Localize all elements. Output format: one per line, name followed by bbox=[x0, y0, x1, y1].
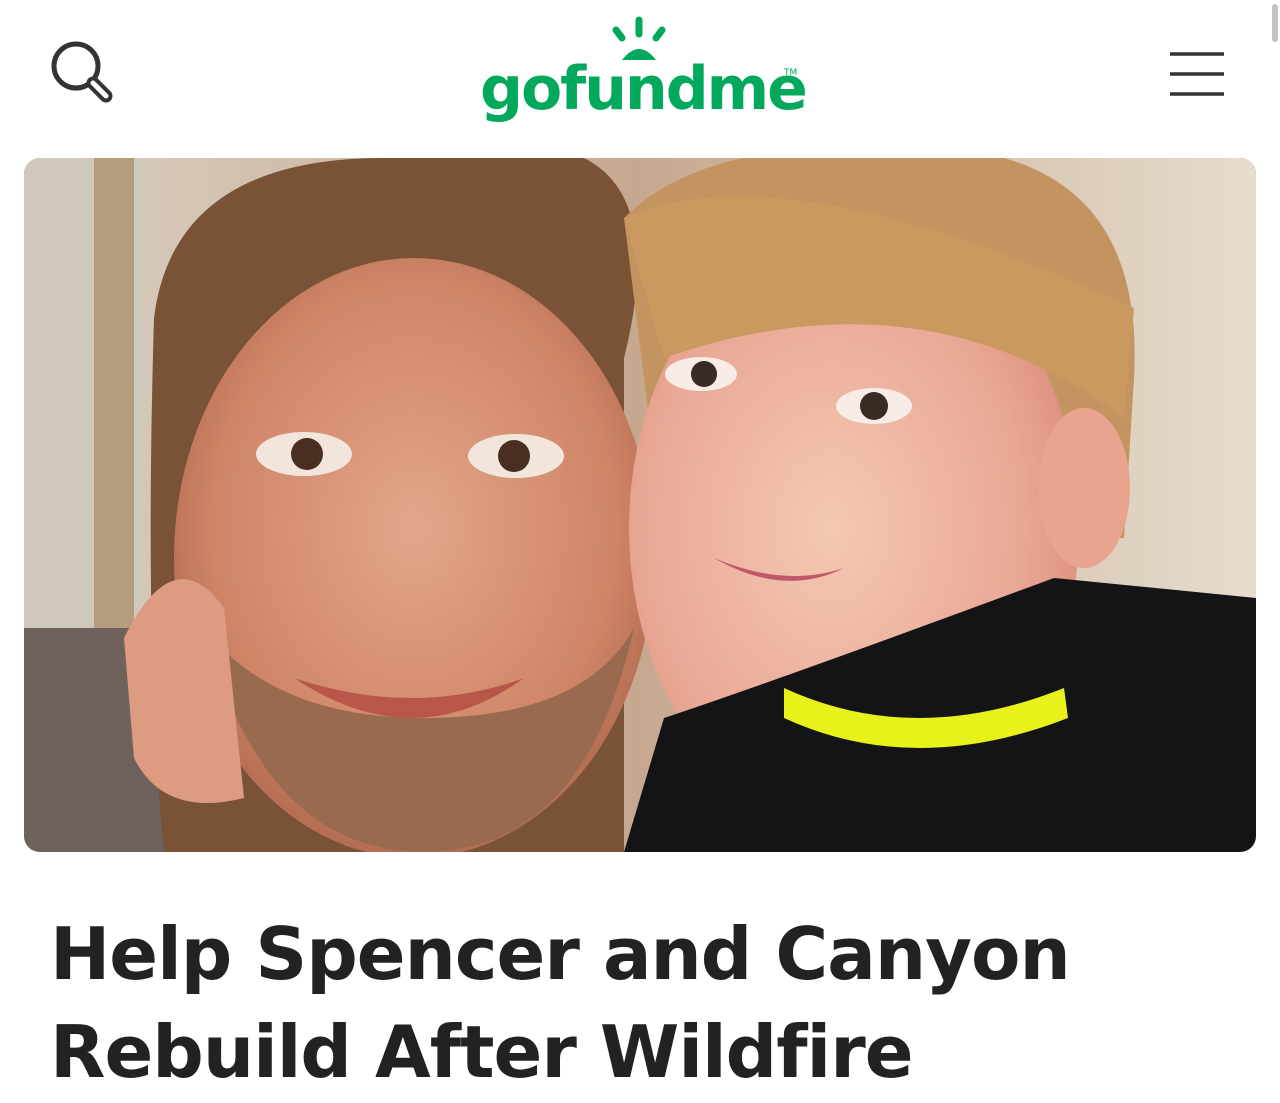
site-header: gofundme TM bbox=[0, 0, 1280, 150]
campaign-hero-photo[interactable] bbox=[24, 158, 1256, 852]
campaign-title: Help Spencer and Canyon Rebuild After Wi… bbox=[50, 912, 1071, 1094]
search-button[interactable] bbox=[44, 36, 120, 112]
logo-wordmark: gofundme bbox=[480, 54, 808, 124]
menu-button[interactable] bbox=[1164, 48, 1230, 100]
campaign-page: gofundme TM Help Spencer and Canyon Rebu… bbox=[0, 0, 1280, 1103]
gofundme-logo[interactable]: gofundme TM bbox=[480, 16, 808, 134]
campaign-photo bbox=[24, 158, 1256, 852]
logo-trademark: TM bbox=[784, 68, 798, 78]
hamburger-menu-icon bbox=[1170, 52, 1224, 96]
search-icon bbox=[51, 41, 113, 103]
